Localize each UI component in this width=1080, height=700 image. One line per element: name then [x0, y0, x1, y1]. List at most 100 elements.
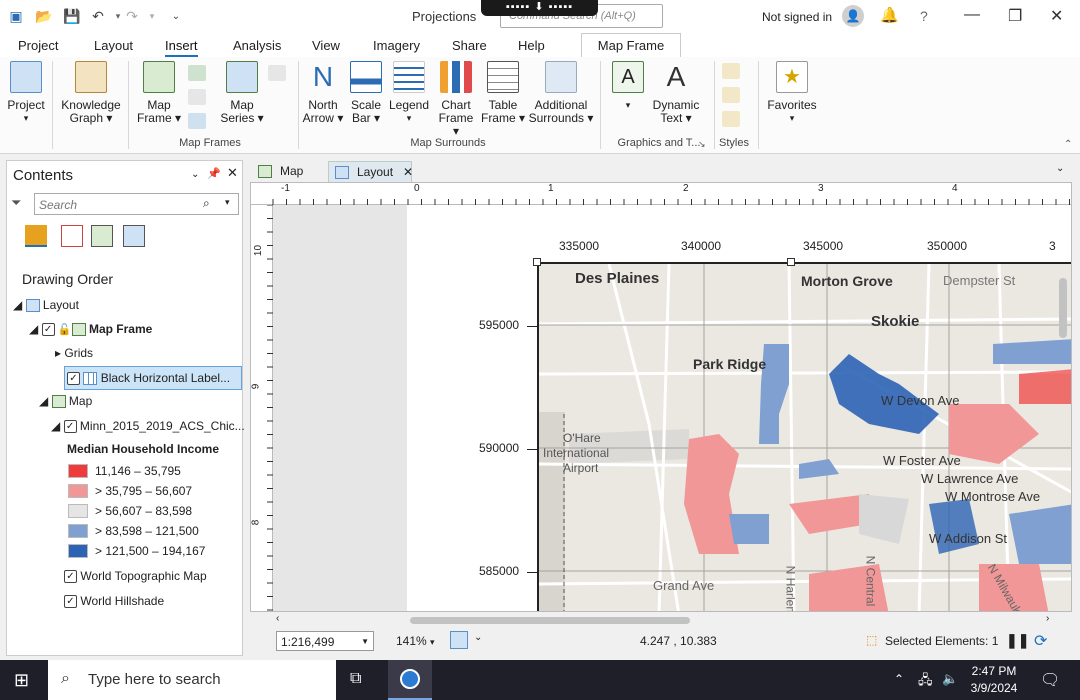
scroll-right-icon[interactable]: ›: [1046, 613, 1049, 624]
filter-icon[interactable]: ⏷: [11, 195, 21, 211]
window-drag-handle[interactable]: ▪▪▪▪▪ ⬇ ▪▪▪▪▪: [481, 0, 598, 16]
layout-view[interactable]: -1 0 1 2 3 4 10 9 8 335000 340000 345000…: [250, 182, 1072, 612]
undo-icon[interactable]: ↶: [88, 7, 108, 25]
redo-icon[interactable]: ↷: [122, 7, 142, 25]
table-frame-button[interactable]: Table Frame ▾: [480, 61, 526, 125]
notifications-center-icon[interactable]: 🗨: [1040, 670, 1060, 690]
list-by-editing-icon[interactable]: [123, 225, 145, 247]
scale-combo[interactable]: 1:216,499 ▼: [276, 631, 374, 651]
pages-icon[interactable]: [268, 65, 286, 81]
refresh-icon[interactable]: ⟳: [1034, 631, 1047, 651]
checkbox[interactable]: ✓: [64, 570, 77, 584]
sign-in-status[interactable]: Not signed in: [762, 10, 832, 24]
restore-icon[interactable]: ❐: [1008, 6, 1022, 26]
list-by-selection-icon[interactable]: [91, 225, 113, 247]
customize-quick-access-icon[interactable]: ⌄: [166, 7, 186, 25]
list-by-data-source-icon[interactable]: [61, 225, 83, 247]
selection-handle[interactable]: [533, 258, 541, 266]
tab-imagery[interactable]: Imagery: [373, 38, 420, 53]
legend-swatch[interactable]: [68, 524, 88, 538]
arcgis-pro-taskbar-button[interactable]: [388, 660, 432, 700]
search-options-icon[interactable]: ▾: [225, 197, 230, 208]
checkbox[interactable]: ✓: [67, 372, 80, 386]
tab-map-frame[interactable]: Map Frame: [581, 33, 681, 58]
tree-grids[interactable]: ▸ Grids: [55, 346, 93, 360]
legend-button[interactable]: Legend ▾: [386, 61, 432, 125]
minimize-icon[interactable]: —: [964, 6, 980, 24]
dialog-launcher-icon[interactable]: ↘: [698, 139, 706, 150]
map-frame-button[interactable]: Map Frame ▾: [134, 61, 184, 125]
collapse-ribbon-icon[interactable]: ⌃: [1064, 139, 1072, 150]
map-series-button[interactable]: Map Series ▾: [220, 61, 264, 125]
style-polygon-icon[interactable]: [722, 111, 740, 127]
pane-options-icon[interactable]: ⌄: [191, 169, 199, 180]
extent-indicator-icon[interactable]: [188, 89, 206, 105]
style-point-icon[interactable]: [722, 63, 740, 79]
snapping-icon[interactable]: [450, 631, 468, 649]
search-icon[interactable]: ⌕: [203, 196, 210, 211]
legend-swatch[interactable]: [68, 504, 88, 518]
task-view-icon[interactable]: ⧉: [350, 670, 361, 688]
chevron-down-icon[interactable]: ⌄: [474, 632, 482, 643]
taskbar-search-input[interactable]: ⌕ Type here to search: [48, 660, 336, 700]
grid-icon[interactable]: [188, 113, 206, 129]
knowledge-graph-button[interactable]: Knowledge Graph ▾: [58, 61, 124, 125]
scroll-left-icon[interactable]: ‹: [276, 613, 279, 624]
legend-swatch[interactable]: [68, 544, 88, 558]
vertical-scrollbar[interactable]: [1059, 278, 1067, 338]
tab-project[interactable]: Project: [18, 38, 58, 53]
tree-world-topographic[interactable]: ✓ World Topographic Map: [64, 569, 207, 584]
tab-analysis[interactable]: Analysis: [233, 38, 281, 53]
windows-start-icon[interactable]: ⊞: [14, 670, 29, 691]
checkbox[interactable]: ✓: [41, 323, 55, 337]
zoom-combo[interactable]: 141% ▾: [396, 634, 435, 648]
map-frame[interactable]: Des Plaines Morton Grove Dempster St Sko…: [537, 262, 1071, 611]
tab-help[interactable]: Help: [518, 38, 545, 53]
selection-handle[interactable]: [787, 258, 795, 266]
clock[interactable]: 2:47 PM 3/9/2024: [970, 664, 1018, 695]
close-tab-icon[interactable]: ✕: [403, 165, 413, 179]
save-project-icon[interactable]: 💾: [62, 7, 82, 25]
help-icon[interactable]: ?: [920, 8, 928, 24]
close-icon[interactable]: ✕: [1050, 6, 1063, 26]
new-project-icon[interactable]: ▣: [6, 7, 26, 25]
notifications-icon[interactable]: 🔔: [880, 6, 899, 24]
close-pane-icon[interactable]: ✕: [227, 165, 238, 181]
chart-frame-button[interactable]: Chart Frame ▾: [434, 61, 478, 138]
checkbox[interactable]: ✓: [64, 595, 77, 609]
network-icon[interactable]: 🖧: [918, 671, 933, 693]
dynamic-text-button[interactable]: A Dynamic Text ▾: [648, 61, 704, 125]
tree-grid-item[interactable]: ✓ Black Horizontal Label...: [64, 366, 242, 390]
pin-icon[interactable]: 📌: [207, 167, 221, 180]
chevron-up-icon[interactable]: ⌃: [894, 672, 904, 686]
additional-surrounds-button[interactable]: Additional Surrounds ▾: [528, 61, 594, 125]
tab-layout-view[interactable]: Layout ✕: [328, 161, 413, 183]
tab-insert[interactable]: Insert: [165, 38, 198, 57]
scale-bar-button[interactable]: Scale Bar ▾: [346, 61, 386, 125]
tree-layout[interactable]: ◢ Layout: [13, 298, 79, 313]
tab-layout[interactable]: Layout: [94, 38, 133, 53]
tab-list-icon[interactable]: ⌄: [1056, 163, 1064, 174]
redo-dropdown-icon[interactable]: ▾: [142, 7, 162, 25]
tab-view[interactable]: View: [312, 38, 340, 53]
legend-swatch[interactable]: [68, 484, 88, 498]
text-symbol-button[interactable]: A ▾: [610, 61, 646, 112]
layout-page[interactable]: 335000 340000 345000 350000 3 595000 590…: [407, 205, 1071, 611]
pause-drawing-icon[interactable]: ❚❚: [1006, 632, 1029, 649]
list-by-drawing-order-icon[interactable]: [25, 225, 47, 247]
checkbox[interactable]: ✓: [63, 420, 77, 434]
tab-map-view[interactable]: Map: [252, 161, 324, 183]
tree-layer[interactable]: ◢ ✓ Minn_2015_2019_ACS_Chic...: [51, 419, 245, 434]
north-arrow-button[interactable]: N North Arrow ▾: [302, 61, 344, 125]
horizontal-scrollbar[interactable]: [410, 617, 690, 624]
tab-share[interactable]: Share: [452, 38, 487, 53]
user-avatar-icon[interactable]: 👤: [842, 5, 864, 27]
project-button[interactable]: Project ▾: [4, 61, 48, 125]
favorites-button[interactable]: ★ Favorites ▾: [764, 61, 820, 125]
style-line-icon[interactable]: [722, 87, 740, 103]
tree-map-frame[interactable]: ◢ ✓ 🔓 Map Frame: [29, 322, 152, 337]
volume-icon[interactable]: 🔈: [942, 671, 958, 687]
tree-world-hillshade[interactable]: ✓ World Hillshade: [64, 594, 164, 609]
horizontal-scrollbar-track[interactable]: ‹ ›: [250, 612, 1072, 628]
open-project-icon[interactable]: 📂: [34, 7, 54, 25]
